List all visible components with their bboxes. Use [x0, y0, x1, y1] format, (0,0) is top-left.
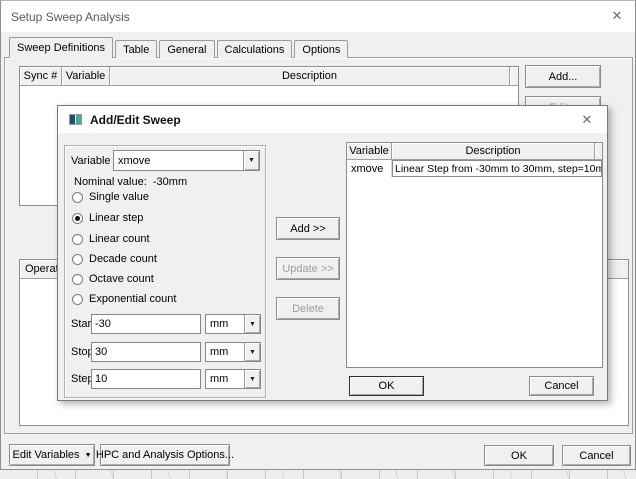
chevron-down-icon[interactable]: ▼ — [244, 315, 260, 333]
step-unit-value: mm — [206, 373, 244, 385]
close-icon[interactable]: ✕ — [575, 109, 599, 131]
dropdown-arrow-icon: ▼ — [85, 452, 92, 459]
tab-calculations[interactable]: Calculations — [217, 40, 293, 58]
nominal-value-text: -30mm — [153, 176, 187, 188]
tab-general[interactable]: General — [159, 40, 214, 58]
add-edit-sweep-dialog: Add/Edit Sweep ✕ Variable xmove ▼ Nomina… — [57, 105, 608, 401]
row-description-cell: Linear Step from -30mm to 30mm, step=10m… — [392, 160, 602, 177]
window-title: Setup Sweep Analysis — [11, 10, 130, 24]
radio-icon — [72, 254, 83, 265]
radio-label: Linear count — [89, 233, 150, 245]
cancel-button[interactable]: Cancel — [529, 376, 594, 396]
sweep-list-table[interactable]: Variable Description xmove Linear Step f… — [346, 142, 603, 368]
start-input[interactable] — [91, 314, 201, 334]
tab-sweep-definitions[interactable]: Sweep Definitions — [9, 37, 113, 58]
nominal-value-label: Nominal value: -30mm — [74, 176, 187, 188]
add-sweep-button[interactable]: Add >> — [276, 217, 340, 240]
row-variable-cell: xmove — [347, 160, 392, 177]
update-sweep-button[interactable]: Update >> — [276, 257, 340, 280]
sweep-table-header: Sync # Variable Description — [20, 67, 518, 86]
ok-button[interactable]: OK — [484, 445, 554, 466]
step-input[interactable] — [91, 369, 201, 389]
radio-label: Decade count — [89, 253, 157, 265]
tab-label: Table — [123, 44, 149, 56]
column-header-sync[interactable]: Sync # — [20, 67, 62, 86]
column-header-variable[interactable]: Variable — [62, 67, 110, 86]
nominal-label-text: Nominal value: — [74, 176, 147, 188]
cancel-button[interactable]: Cancel — [562, 445, 631, 466]
column-header-filler — [510, 67, 518, 86]
radio-octave-count[interactable]: Octave count — [72, 272, 154, 286]
radio-icon — [72, 294, 83, 305]
sub-dialog-title: Add/Edit Sweep — [90, 113, 181, 127]
hpc-analysis-options-button[interactable]: HPC and Analysis Options... — [100, 444, 230, 466]
start-unit-dropdown[interactable]: mm ▼ — [205, 314, 261, 334]
start-unit-value: mm — [206, 318, 244, 330]
close-icon[interactable]: ✕ — [605, 5, 629, 27]
radio-exponential-count[interactable]: Exponential count — [72, 292, 176, 306]
tab-table[interactable]: Table — [115, 40, 157, 58]
add-button[interactable]: Add... — [525, 65, 601, 88]
tab-bar: Sweep Definitions Table General Calculat… — [9, 37, 350, 58]
column-header-filler — [595, 143, 602, 160]
variable-label: Variable — [71, 155, 111, 167]
dialog-icon — [69, 114, 82, 125]
column-header-description[interactable]: Description — [110, 67, 510, 86]
edit-variables-label: Edit Variables — [13, 449, 80, 461]
ok-button[interactable]: OK — [349, 376, 424, 396]
chevron-down-icon[interactable]: ▼ — [244, 370, 260, 388]
radio-single-value[interactable]: Single value — [72, 190, 149, 204]
step-unit-dropdown[interactable]: mm ▼ — [205, 369, 261, 389]
delete-sweep-button[interactable]: Delete — [276, 297, 340, 320]
radio-icon — [72, 192, 83, 203]
edit-variables-button[interactable]: Edit Variables ▼ — [9, 444, 95, 466]
sub-dialog-titlebar: Add/Edit Sweep — [58, 106, 607, 133]
stop-unit-dropdown[interactable]: mm ▼ — [205, 342, 261, 362]
variable-dropdown[interactable]: xmove ▼ — [113, 150, 260, 171]
column-header-description[interactable]: Description — [392, 143, 595, 160]
radio-linear-step[interactable]: Linear step — [72, 211, 143, 225]
radio-decade-count[interactable]: Decade count — [72, 252, 157, 266]
stop-unit-value: mm — [206, 346, 244, 358]
stop-input[interactable] — [91, 342, 201, 362]
sweep-list-header: Variable Description — [347, 143, 602, 160]
radio-icon — [72, 234, 83, 245]
radio-label: Exponential count — [89, 293, 176, 305]
tab-options[interactable]: Options — [294, 40, 348, 58]
tab-label: Sweep Definitions — [17, 42, 105, 54]
chevron-down-icon[interactable]: ▼ — [243, 151, 259, 170]
radio-linear-count[interactable]: Linear count — [72, 232, 150, 246]
radio-label: Single value — [89, 191, 149, 203]
chevron-down-icon[interactable]: ▼ — [244, 343, 260, 361]
radio-icon — [72, 274, 83, 285]
main-titlebar: Setup Sweep Analysis — [1, 1, 635, 32]
radio-label: Linear step — [89, 212, 143, 224]
table-row[interactable]: xmove Linear Step from -30mm to 30mm, st… — [347, 160, 602, 177]
column-header-variable[interactable]: Variable — [347, 143, 392, 160]
tab-label: Options — [302, 44, 340, 56]
variable-value: xmove — [114, 155, 243, 167]
tab-label: General — [167, 44, 206, 56]
radio-selected-icon — [72, 213, 83, 224]
radio-label: Octave count — [89, 273, 154, 285]
tab-label: Calculations — [225, 44, 285, 56]
